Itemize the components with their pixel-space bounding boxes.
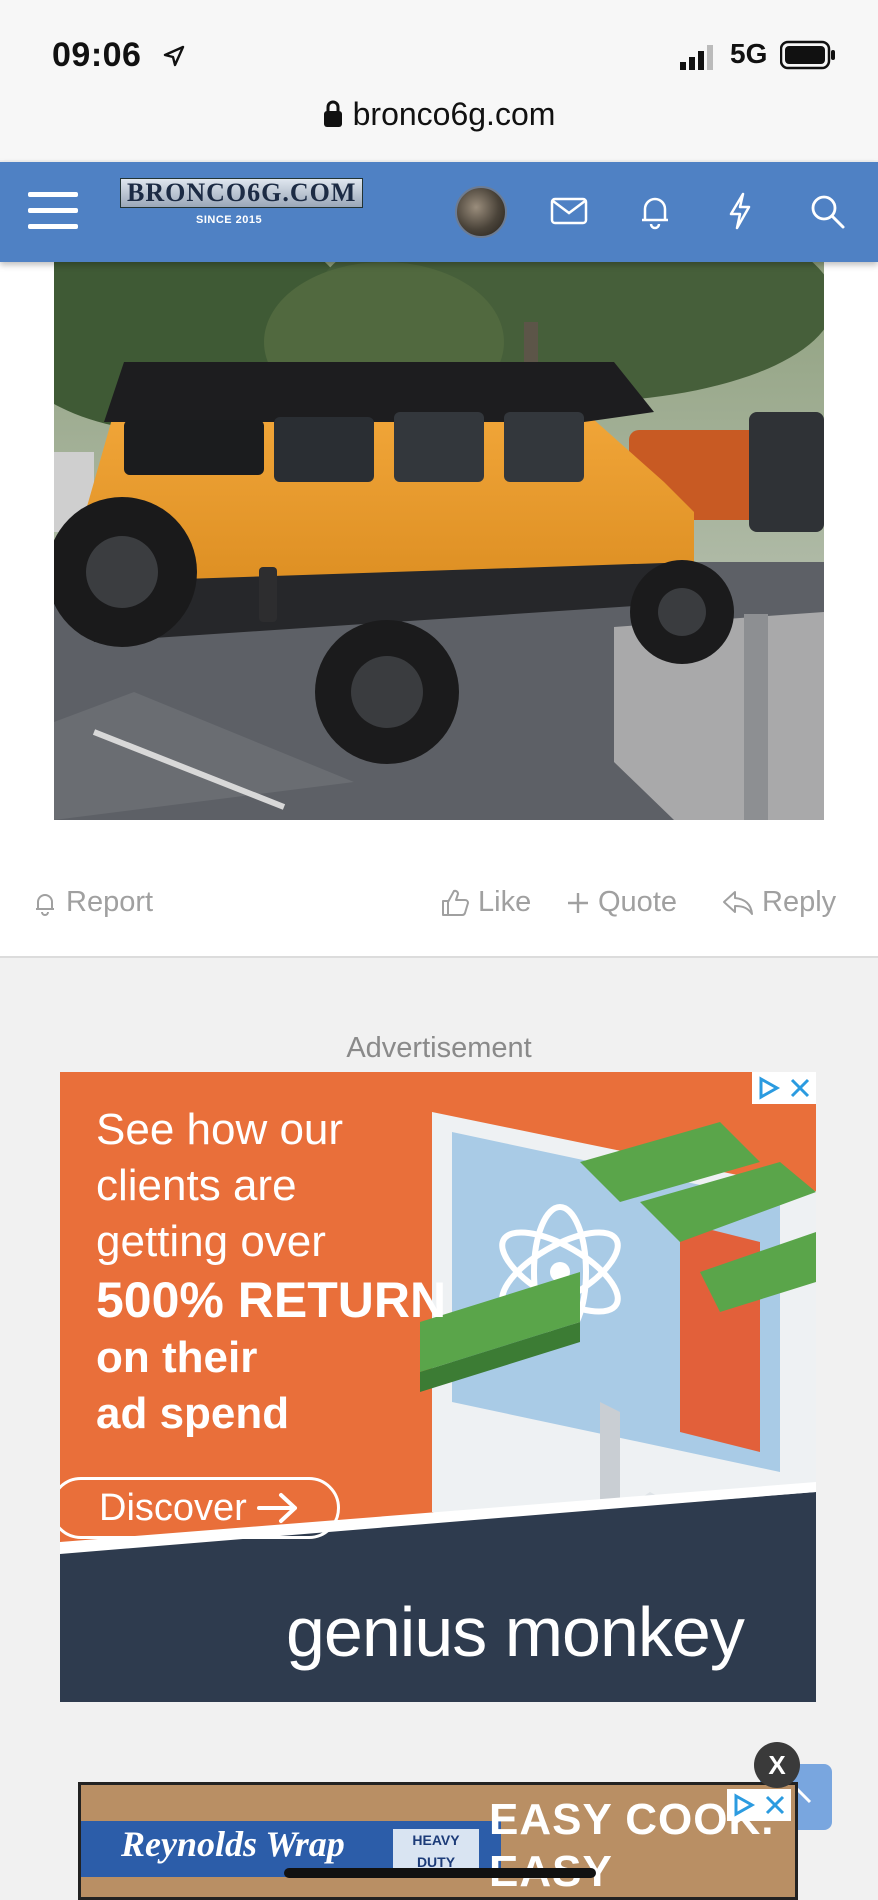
close-sticky-ad-button[interactable]: X [754,1742,800,1788]
report-label: Report [66,886,154,918]
site-header: BRONCO6G.COM SINCE 2015 [0,162,878,262]
quote-label: Quote [598,886,677,918]
ad-choices-icon [734,1793,756,1817]
url-text: bronco6g.com [352,96,556,132]
ad-copy: See how our clients are getting over 500… [96,1102,446,1442]
plus-icon [568,892,588,913]
mail-icon[interactable] [548,190,590,232]
ad-line-1: See how our [96,1105,344,1154]
ad-line-2: clients are [96,1161,297,1210]
bell-icon[interactable] [634,190,676,232]
reply-label: Reply [762,886,837,918]
like-label: Like [478,886,532,918]
sticky-ad-choices[interactable] [727,1789,791,1821]
logo-since: SINCE 2015 [196,214,263,226]
status-bar: 09:06 5G bronco6g.com [0,0,878,160]
thumbs-up-icon [442,889,469,916]
sticky-ad[interactable]: Reynolds Wrap HEAVY DUTY EASY COOK. EASY… [78,1782,798,1900]
banner-ad[interactable]: See how our clients are getting over 500… [60,1072,816,1702]
ad-headline: 500% RETURN [96,1272,447,1328]
sticky-ad-brand: Reynolds Wrap [121,1824,345,1864]
clock: 09:06 [52,36,142,74]
signal-icon [680,45,713,70]
site-logo[interactable]: BRONCO6G.COM SINCE 2015 [118,178,364,242]
bolt-icon[interactable] [719,190,761,232]
reply-button[interactable]: Reply [722,886,836,919]
arrow-right-icon [256,1493,297,1523]
battery-icon [780,40,835,70]
ad-choices-icon [759,1076,781,1100]
network-type: 5G [730,38,768,69]
search-icon[interactable] [806,190,848,232]
advertisement-label: Advertisement [346,1032,532,1064]
home-indicator[interactable] [284,1868,596,1878]
ad-sub-line-2: ad spend [96,1389,290,1438]
bell-icon [36,893,54,916]
menu-icon[interactable] [28,190,82,232]
report-link[interactable]: Report [32,886,153,919]
close-icon[interactable] [784,1072,816,1104]
lock-icon [323,100,342,127]
close-icon[interactable] [759,1789,791,1821]
discover-label: Discover [99,1486,247,1529]
avatar[interactable] [455,186,507,238]
like-button[interactable]: Like [440,886,531,919]
post-actions: Report Like Quote Reply [0,872,878,932]
logo-wordmark: BRONCO6G.COM [120,178,364,208]
sticky-ad-product: HEAVY DUTY [393,1829,479,1870]
post-photo-bronco[interactable] [54,262,824,820]
ad-sub-line-1: on their [96,1333,258,1382]
address-bar[interactable]: bronco6g.com [0,96,878,133]
location-arrow-icon [163,45,185,67]
ad-choices[interactable] [752,1072,816,1104]
post: Report Like Quote Reply [0,262,878,958]
reply-arrow-icon [723,890,753,915]
discover-button[interactable]: Discover [60,1477,340,1539]
ad-brand: genius monkey [286,1593,745,1671]
divider [0,956,878,958]
ad-line-3: getting over [96,1217,326,1266]
quote-button[interactable]: Quote [566,886,677,919]
